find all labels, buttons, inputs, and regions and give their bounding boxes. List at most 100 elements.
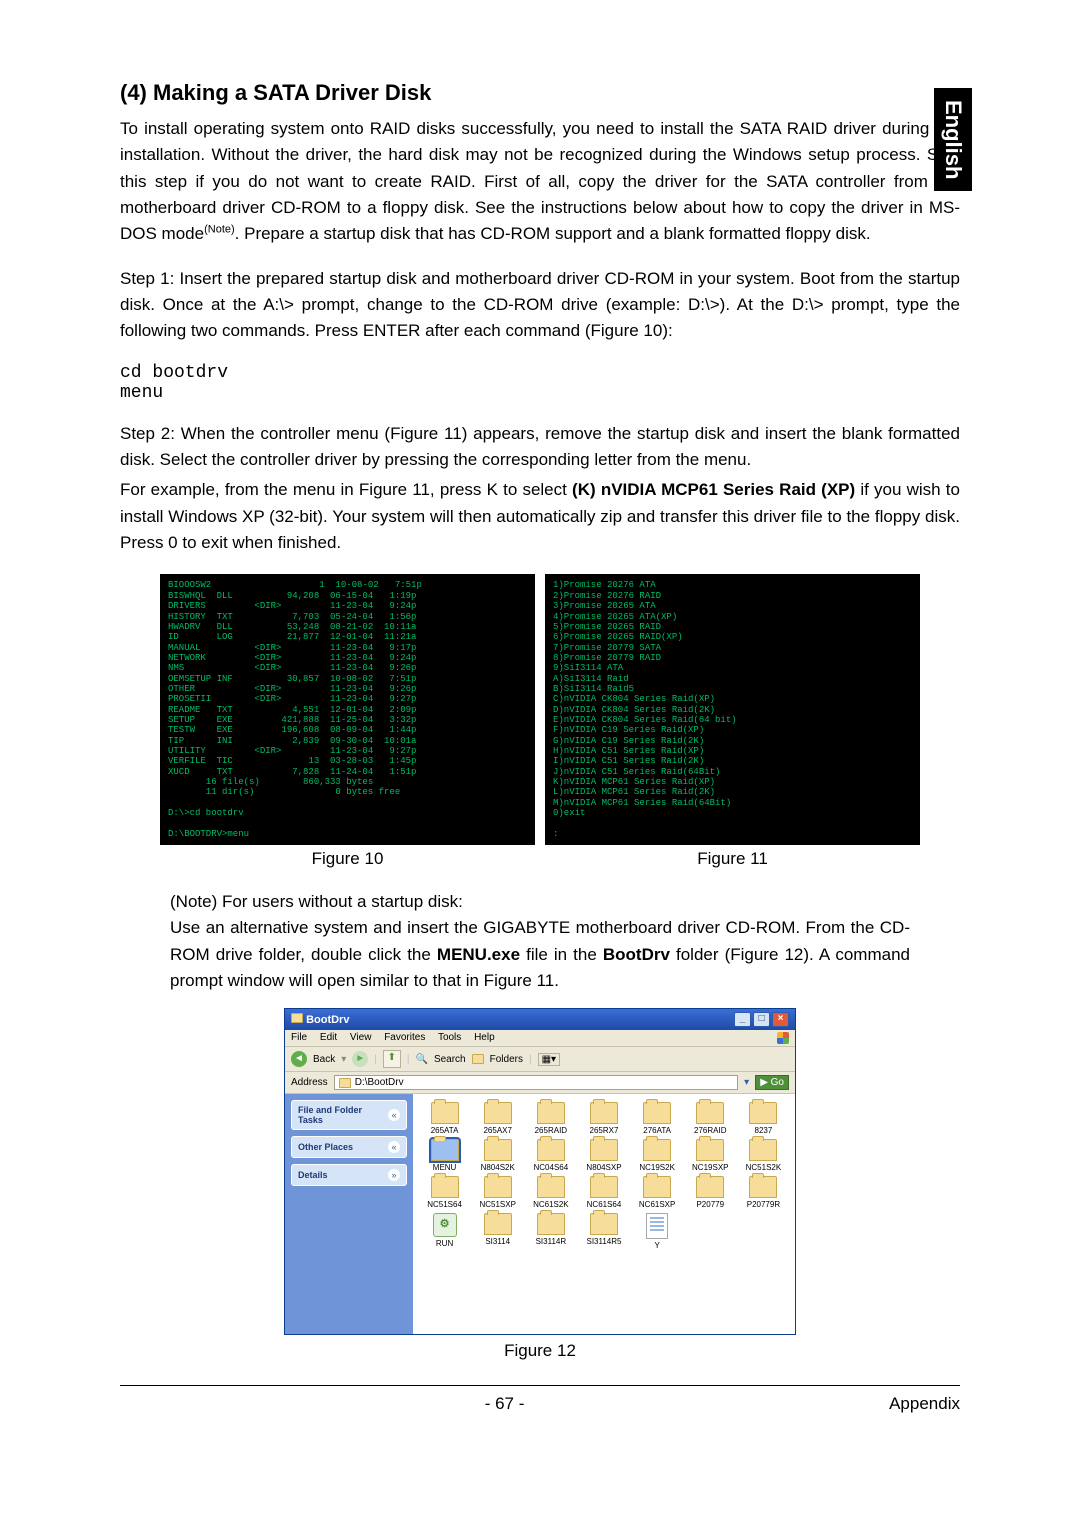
file-item[interactable]: P20779R [738, 1176, 789, 1209]
page-footer: - 67 - Appendix [120, 1385, 960, 1414]
exe-icon: ⚙ [433, 1213, 457, 1237]
folders-icon[interactable] [472, 1054, 484, 1064]
explorer-toolbar: ◄ Back ▾ ► | ⬆ | 🔍 Search Folders | ▦▾ [285, 1047, 795, 1072]
file-label: NC51SXP [472, 1200, 523, 1209]
folder-icon [291, 1013, 303, 1023]
maximize-button[interactable]: □ [753, 1012, 770, 1027]
close-button[interactable]: × [772, 1012, 789, 1027]
go-button[interactable]: ▶ Go [755, 1075, 789, 1090]
folders-label[interactable]: Folders [490, 1054, 523, 1065]
file-item[interactable]: NC51S64 [419, 1176, 470, 1209]
file-label: P20779 [685, 1200, 736, 1209]
file-item[interactable]: 265ATA [419, 1102, 470, 1135]
chevron-icon: » [388, 1169, 400, 1181]
file-item[interactable]: NC19SXP [685, 1139, 736, 1172]
figure-10-caption: Figure 10 [160, 849, 535, 869]
panel-tasks[interactable]: File and Folder Tasks« [291, 1100, 407, 1130]
address-field[interactable]: D:\BootDrv [334, 1075, 738, 1090]
menu-file[interactable]: File [291, 1032, 307, 1043]
menu-help[interactable]: Help [474, 1032, 495, 1043]
figure-captions: Figure 10 Figure 11 [120, 849, 960, 869]
file-item[interactable]: 265RAID [525, 1102, 576, 1135]
file-label: 265ATA [419, 1126, 470, 1135]
menu-tools[interactable]: Tools [438, 1032, 461, 1043]
file-item[interactable]: SI3114R5 [578, 1213, 629, 1250]
file-item[interactable]: ⚙RUN [419, 1213, 470, 1250]
file-label: N804SXP [578, 1163, 629, 1172]
file-label: 276ATA [632, 1126, 683, 1135]
figure-12-caption: Figure 12 [120, 1341, 960, 1361]
file-item[interactable]: NC19S2K [632, 1139, 683, 1172]
forward-button[interactable]: ► [352, 1051, 368, 1067]
windows-logo-icon [777, 1032, 789, 1044]
file-item[interactable]: SI3114R [525, 1213, 576, 1250]
folder-icon [590, 1176, 618, 1198]
minimize-button[interactable]: _ [734, 1012, 751, 1027]
folder-icon [590, 1139, 618, 1161]
txt-icon [646, 1213, 668, 1239]
file-item[interactable]: Y [632, 1213, 683, 1250]
address-value: D:\BootDrv [355, 1077, 404, 1088]
folder-icon [484, 1176, 512, 1198]
folder-icon [643, 1176, 671, 1198]
file-item[interactable]: SI3114 [472, 1213, 523, 1250]
file-item[interactable]: 265AX7 [472, 1102, 523, 1135]
file-label: 276RAID [685, 1126, 736, 1135]
file-item[interactable]: NC61S64 [578, 1176, 629, 1209]
figure-10-terminal: BIOOOSW2 1 10-08-02 7:51p BISWHQL DLL 94… [160, 574, 535, 845]
file-item[interactable]: 276ATA [632, 1102, 683, 1135]
menu-favorites[interactable]: Favorites [384, 1032, 425, 1043]
file-item[interactable]: NC61S2K [525, 1176, 576, 1209]
explorer-titlebar[interactable]: BootDrv _ □ × [285, 1009, 795, 1030]
file-item[interactable]: N804SXP [578, 1139, 629, 1172]
p4b: (K) nVIDIA MCP61 Series Raid (XP) [572, 480, 855, 499]
folder-icon [537, 1213, 565, 1235]
file-label: SI3114R [525, 1237, 576, 1246]
file-label: NC61S2K [525, 1200, 576, 1209]
search-label[interactable]: Search [434, 1054, 466, 1065]
views-button[interactable]: ▦▾ [538, 1053, 560, 1066]
menu-view[interactable]: View [350, 1032, 372, 1043]
explorer-body: File and Folder Tasks« Other Places« Det… [285, 1094, 795, 1334]
file-label: NC61SXP [632, 1200, 683, 1209]
explorer-files[interactable]: 265ATA265AX7265RAID265RX7276ATA276RAID82… [413, 1094, 795, 1334]
file-item[interactable]: 276RAID [685, 1102, 736, 1135]
back-button[interactable]: ◄ [291, 1051, 307, 1067]
folder-icon [484, 1102, 512, 1124]
file-item[interactable]: 8237 [738, 1102, 789, 1135]
panel-places[interactable]: Other Places« [291, 1136, 407, 1158]
file-item[interactable]: MENU [419, 1139, 470, 1172]
file-item[interactable]: NC51S2K [738, 1139, 789, 1172]
file-label: 265AX7 [472, 1126, 523, 1135]
step1-paragraph: Step 1: Insert the prepared startup disk… [120, 266, 960, 345]
file-item[interactable]: P20779 [685, 1176, 736, 1209]
file-item[interactable]: N804S2K [472, 1139, 523, 1172]
command-block: cd bootdrv menu [120, 363, 960, 403]
note-head: (Note) For users without a startup disk: [170, 889, 910, 915]
folder-icon [339, 1078, 351, 1088]
folder-icon [749, 1139, 777, 1161]
file-label: Y [632, 1241, 683, 1250]
step2-paragraph: Step 2: When the controller menu (Figure… [120, 421, 960, 474]
file-item[interactable]: NC04S64 [525, 1139, 576, 1172]
up-button[interactable]: ⬆ [383, 1050, 401, 1068]
note-block: (Note) For users without a startup disk:… [120, 889, 960, 994]
search-icon[interactable]: 🔍 [415, 1054, 427, 1065]
file-item[interactable]: 265RX7 [578, 1102, 629, 1135]
p4a: For example, from the menu in Figure 11,… [120, 480, 572, 499]
folder-icon [431, 1176, 459, 1198]
folder-icon [590, 1102, 618, 1124]
back-label[interactable]: Back [313, 1054, 335, 1065]
explorer-sidebar: File and Folder Tasks« Other Places« Det… [285, 1094, 413, 1334]
figure-row: BIOOOSW2 1 10-08-02 7:51p BISWHQL DLL 94… [120, 574, 960, 845]
panel-details[interactable]: Details» [291, 1164, 407, 1186]
footer-section: Appendix [889, 1394, 960, 1414]
file-item[interactable]: NC51SXP [472, 1176, 523, 1209]
file-label: 265RX7 [578, 1126, 629, 1135]
file-item[interactable]: NC61SXP [632, 1176, 683, 1209]
file-label: 265RAID [525, 1126, 576, 1135]
menu-edit[interactable]: Edit [320, 1032, 337, 1043]
explorer-title: BootDrv [306, 1014, 349, 1026]
p1-tail: . Prepare a startup disk that has CD-ROM… [235, 224, 871, 243]
file-label: NC04S64 [525, 1163, 576, 1172]
